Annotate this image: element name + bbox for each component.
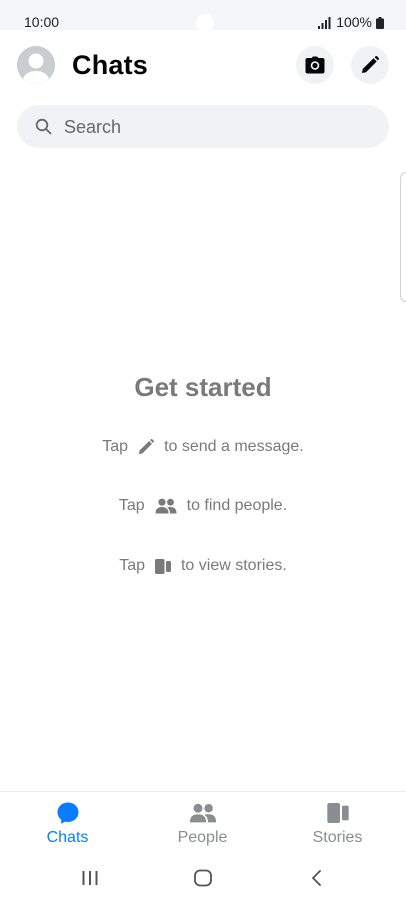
- avatar-silhouette-icon: [17, 46, 55, 84]
- hint-prefix: Tap: [118, 497, 145, 514]
- search-placeholder: Search: [64, 117, 122, 137]
- tab-people[interactable]: People: [135, 792, 270, 854]
- stories-icon: [154, 558, 171, 574]
- search-icon: [35, 118, 52, 135]
- tab-chats[interactable]: Chats: [0, 792, 135, 854]
- hint-prefix: Tap: [119, 557, 145, 574]
- chat-bubble-icon: [54, 801, 82, 825]
- tab-chats-label: Chats: [46, 829, 89, 846]
- tab-people-label: People: [177, 829, 228, 846]
- stories-icon: [324, 801, 352, 825]
- hint-text: to view stories.: [180, 557, 287, 574]
- pencil-icon: [362, 56, 379, 73]
- people-icon: [189, 801, 217, 825]
- tab-stories[interactable]: Stories: [270, 792, 405, 854]
- edge-panel-handle[interactable]: [400, 172, 406, 302]
- battery-icon: [376, 16, 384, 29]
- empty-state-title: Get started: [134, 372, 272, 402]
- camera-button[interactable]: [296, 46, 334, 84]
- recent-apps-button[interactable]: [75, 865, 105, 891]
- hint-view-stories: Tap to view stories.: [0, 557, 406, 575]
- page-title: Chats: [72, 50, 149, 80]
- new-message-button[interactable]: [351, 46, 389, 84]
- status-bar: 10:00 100%: [0, 0, 406, 32]
- home-icon: [194, 869, 212, 887]
- home-button[interactable]: [188, 865, 218, 891]
- search-input[interactable]: Search: [17, 105, 389, 148]
- hint-text: to send a message.: [164, 438, 304, 455]
- profile-avatar[interactable]: [17, 46, 55, 84]
- app-header: Chats: [0, 30, 406, 102]
- hint-prefix: Tap: [102, 438, 129, 455]
- system-navigation-bar: [0, 853, 406, 902]
- back-chevron-icon: [312, 870, 321, 886]
- camera-icon: [305, 56, 325, 74]
- hint-text: to find people.: [186, 497, 288, 514]
- people-icon: [155, 498, 177, 514]
- recents-icon: [82, 871, 98, 885]
- hint-find-people: Tap to find people.: [0, 497, 406, 515]
- hint-send-message: Tap to send a message.: [0, 438, 406, 456]
- tab-stories-label: Stories: [312, 829, 363, 846]
- signal-icon: [318, 16, 332, 29]
- status-time: 10:00: [24, 14, 60, 30]
- status-indicators: 100%: [318, 14, 384, 30]
- pencil-icon: [138, 439, 155, 455]
- bottom-tab-bar: Chats People Stories: [0, 791, 406, 854]
- back-button[interactable]: [302, 865, 332, 891]
- battery-percent: 100%: [336, 14, 372, 30]
- messenger-chats-screen: 10:00 100% Chats Search Get started Tap …: [0, 0, 406, 902]
